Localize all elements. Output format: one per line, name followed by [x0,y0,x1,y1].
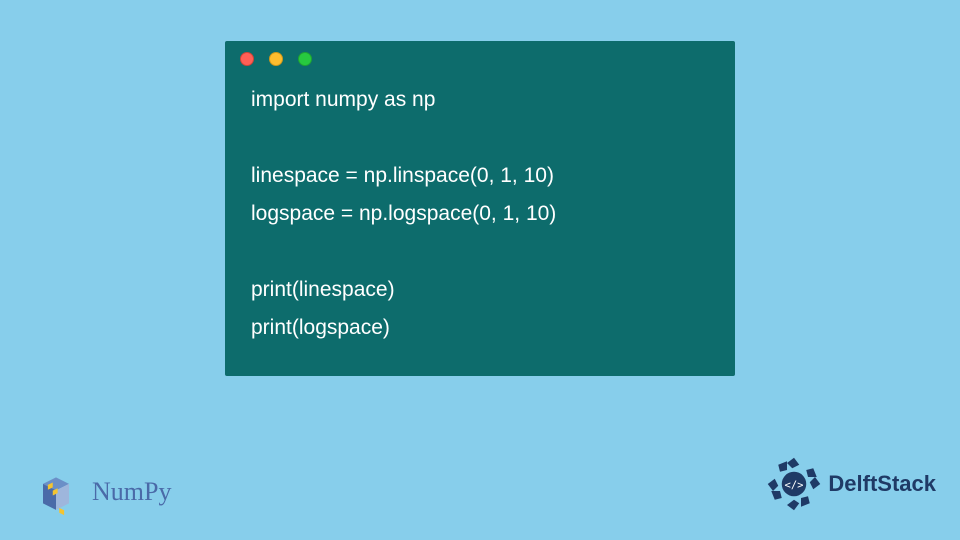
delftstack-badge: </> DelftStack [766,456,936,512]
close-icon[interactable] [240,52,254,66]
code-body: import numpy as np linespace = np.linspa… [225,77,735,347]
maximize-icon[interactable] [298,52,312,66]
minimize-icon[interactable] [269,52,283,66]
code-window: import numpy as np linespace = np.linspa… [225,41,735,376]
numpy-badge: NumPy [30,466,171,518]
numpy-label: NumPy [92,477,171,507]
numpy-cube-icon [30,466,82,518]
delftstack-code-icon: </> [785,479,804,491]
window-titlebar [225,41,735,77]
delftstack-label: DelftStack [828,471,936,497]
delftstack-logo-icon: </> [766,456,822,512]
